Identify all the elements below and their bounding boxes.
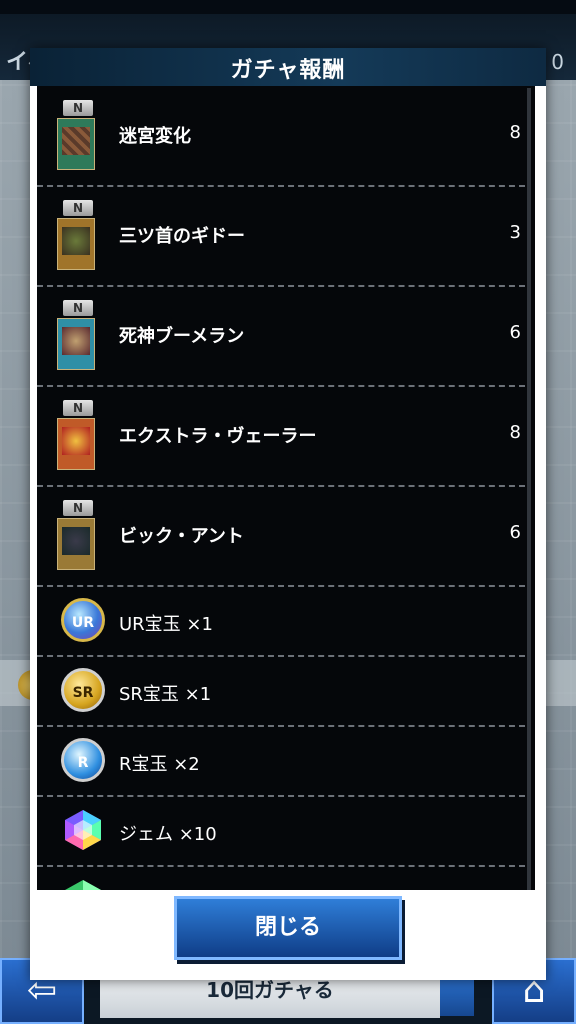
list-item: N 迷宮変化 8 — [37, 86, 525, 187]
reward-quantity: 6 — [509, 322, 521, 343]
card-thumbnail: N — [57, 200, 97, 272]
rarity-badge: N — [63, 200, 93, 216]
rarity-badge: N — [63, 300, 93, 316]
list-item: R R宝玉 ×2 — [37, 726, 525, 797]
reward-quantity: 6 — [509, 522, 521, 543]
list-item: SR SR宝玉 ×1 — [37, 656, 525, 727]
gem-icon — [61, 878, 105, 890]
list-scrollbar[interactable] — [527, 88, 531, 890]
reward-quantity: 8 — [509, 122, 521, 143]
reward-name: UR宝玉 ×1 — [119, 614, 213, 635]
sr-orb-icon: SR — [61, 668, 105, 712]
reward-name: ビック・アント — [119, 526, 244, 547]
list-item: N 三ツ首のギドー 3 — [37, 186, 525, 287]
list-item-partial — [37, 866, 525, 890]
close-button[interactable]: 閉じる — [174, 896, 402, 960]
reward-quantity: 8 — [509, 422, 521, 443]
list-item: ジェム ×10 — [37, 796, 525, 867]
card-art — [62, 427, 90, 455]
reward-name: 三ツ首のギドー — [119, 226, 245, 247]
card-art — [62, 527, 90, 555]
card-art — [62, 227, 90, 255]
reward-name: 死神ブーメラン — [119, 326, 245, 347]
rarity-badge: N — [63, 100, 93, 116]
card-image — [57, 418, 95, 470]
list-item: N エクストラ・ヴェーラー 8 — [37, 386, 525, 487]
reward-name: ジェム ×10 — [119, 824, 217, 845]
gacha-reward-modal: ガチャ報酬 N 迷宮変化 8 N 三ツ首のギドー 3 N 死神ブーメラン 6 N… — [30, 48, 546, 980]
card-image — [57, 118, 95, 170]
card-thumbnail: N — [57, 300, 97, 372]
card-thumbnail: N — [57, 500, 97, 572]
background-counter: 0 — [551, 50, 564, 74]
modal-header: ガチャ報酬 — [30, 48, 546, 86]
ur-orb-icon: UR — [61, 598, 105, 642]
reward-name: 迷宮変化 — [119, 126, 191, 147]
rarity-badge: N — [63, 400, 93, 416]
modal-title: ガチャ報酬 — [230, 58, 346, 83]
card-art — [62, 127, 90, 155]
card-image — [57, 518, 95, 570]
gem-icon — [61, 808, 105, 852]
card-thumbnail: N — [57, 400, 97, 472]
reward-name: SR宝玉 ×1 — [119, 684, 212, 705]
reward-name: R宝玉 ×2 — [119, 754, 200, 775]
list-item: N 死神ブーメラン 6 — [37, 286, 525, 387]
card-thumbnail: N — [57, 100, 97, 172]
rarity-badge: N — [63, 500, 93, 516]
r-orb-icon: R — [61, 738, 105, 782]
list-item: N ビック・アント 6 — [37, 486, 525, 587]
reward-list[interactable]: N 迷宮変化 8 N 三ツ首のギドー 3 N 死神ブーメラン 6 N エクストラ… — [37, 86, 535, 890]
reward-quantity: 3 — [509, 222, 521, 243]
status-bar — [0, 0, 576, 14]
card-image — [57, 218, 95, 270]
reward-name: エクストラ・ヴェーラー — [119, 426, 317, 447]
list-item: UR UR宝玉 ×1 — [37, 586, 525, 657]
card-art — [62, 327, 90, 355]
card-image — [57, 318, 95, 370]
